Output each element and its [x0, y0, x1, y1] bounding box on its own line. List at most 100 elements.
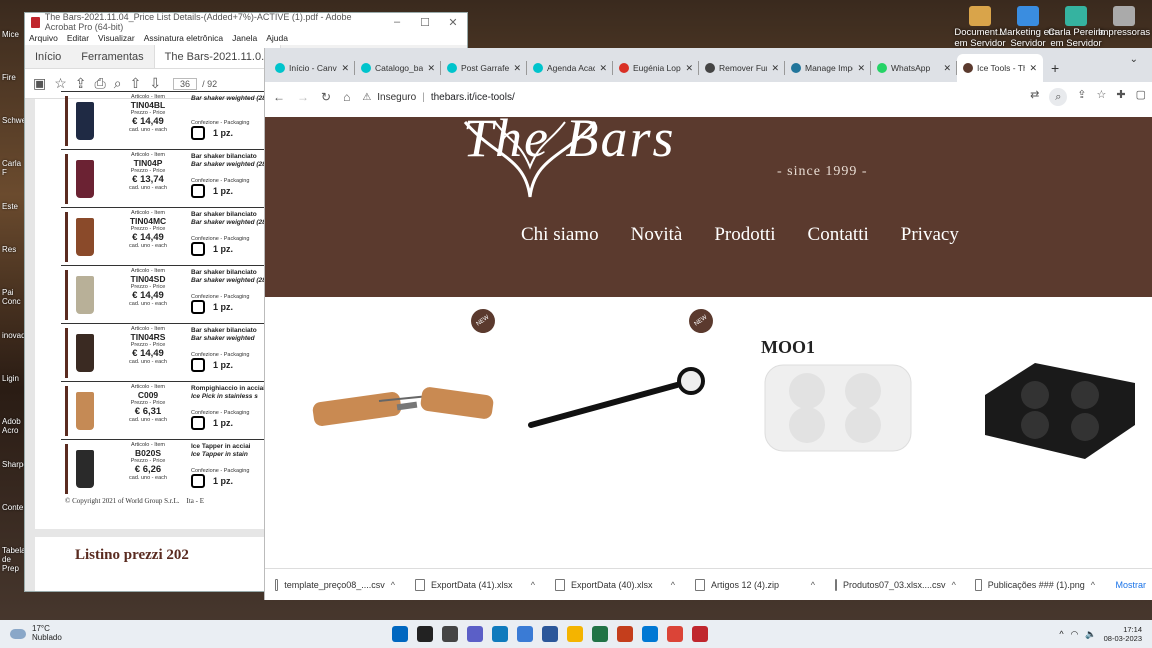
tab-close-icon[interactable]: ✕ [513, 63, 521, 74]
nav-prodotti[interactable]: Prodotti [714, 224, 775, 246]
tab-close-icon[interactable]: ✕ [857, 63, 865, 74]
tab-close-icon[interactable]: ✕ [599, 63, 607, 74]
taskbar-app-icon[interactable] [667, 626, 683, 642]
browser-tab[interactable]: Agenda Acade ✕ [527, 54, 613, 82]
reload-icon[interactable]: ↻ [321, 90, 331, 104]
nav-chi-siamo[interactable]: Chi siamo [521, 224, 599, 246]
network-icon[interactable]: ◠ [1071, 629, 1079, 640]
taskbar-app-icon[interactable] [642, 626, 658, 642]
menu-item[interactable]: Arquivo [29, 33, 58, 43]
menu-item[interactable]: Janela [232, 33, 257, 43]
download-item[interactable]: ExportData (40).xlsx ^ [545, 578, 685, 591]
taskbar-app-icon[interactable] [542, 626, 558, 642]
taskbar-app-icon[interactable] [517, 626, 533, 642]
url-text[interactable]: thebars.it/ice-tools/ [431, 92, 515, 103]
package-icon [191, 300, 205, 314]
taskbar-app-icon[interactable] [592, 626, 608, 642]
translate-icon[interactable]: ⇄ [1030, 88, 1039, 106]
browser-tab[interactable]: WhatsApp ✕ [871, 54, 957, 82]
download-item[interactable]: ExportData (41).xlsx ^ [405, 578, 545, 591]
taskbar-app-icon[interactable] [417, 626, 433, 642]
download-menu-chevron-icon[interactable]: ^ [391, 580, 395, 590]
sidepanel-icon[interactable]: ▢ [1136, 88, 1146, 106]
show-all-downloads[interactable]: Mostrar [1115, 580, 1152, 590]
download-menu-chevron-icon[interactable]: ^ [952, 580, 956, 590]
download-item[interactable]: Publicações ### (1).png ^ [965, 578, 1105, 591]
browser-tab[interactable]: Post Garrafeira✕ [441, 54, 527, 82]
menu-item[interactable]: Editar [67, 33, 89, 43]
print-icon[interactable]: ⎙ [95, 75, 106, 92]
ice-pick-image[interactable] [309, 383, 499, 433]
bookmark-star-icon[interactable]: ☆ [54, 75, 67, 92]
item-code: TIN04RS [130, 332, 166, 342]
home-icon[interactable]: ⌂ [343, 90, 350, 104]
forward-icon[interactable]: → [297, 90, 309, 104]
nav-contatti[interactable]: Contatti [808, 224, 869, 246]
page-total: / 92 [202, 78, 218, 89]
download-item[interactable]: Artigos 12 (4).zip ^ [685, 578, 825, 591]
tab-close-icon[interactable]: ✕ [943, 63, 951, 74]
download-item[interactable]: template_preço08_....csv ^ [265, 578, 405, 591]
ice-tapper-image[interactable] [527, 367, 713, 433]
menu-item[interactable]: Assinatura eletrônica [144, 33, 223, 43]
page-number-input[interactable]: 36 [173, 77, 198, 90]
menu-item[interactable]: Visualizar [98, 33, 135, 43]
close-icon[interactable]: ✕ [439, 16, 467, 29]
zoom-icon[interactable]: ⌕ [1049, 88, 1068, 106]
tab-document[interactable]: The Bars-2021.11.0... [153, 45, 282, 68]
save-icon[interactable]: ▣ [33, 75, 46, 92]
tab-close-icon[interactable]: ✕ [427, 63, 435, 74]
tab-search-chevron-icon[interactable]: ⌄ [1130, 54, 1138, 65]
minimize-icon[interactable]: – [383, 16, 411, 29]
desktop-icon[interactable]: Impressoras [1094, 6, 1152, 39]
taskbar-app-icon[interactable] [442, 626, 458, 642]
taskbar-app-icon[interactable] [467, 626, 483, 642]
tab-close-icon[interactable]: ✕ [771, 63, 779, 74]
download-menu-chevron-icon[interactable]: ^ [811, 580, 815, 590]
omnibox[interactable]: ⚠ Inseguro | thebars.it/ice-tools/ [362, 85, 1019, 109]
tab-close-icon[interactable]: ✕ [341, 63, 349, 74]
download-menu-chevron-icon[interactable]: ^ [531, 580, 535, 590]
browser-tab[interactable]: Manage Impor ✕ [785, 54, 871, 82]
maximize-icon[interactable]: ☐ [411, 16, 439, 29]
each-label: cad. uno - each [129, 417, 167, 423]
taskbar-app-icon[interactable] [392, 626, 408, 642]
taskbar-app-icon[interactable] [567, 626, 583, 642]
browser-tab[interactable]: Eugénia Lopes ✕ [613, 54, 699, 82]
share-icon[interactable]: ⇪ [1077, 88, 1086, 106]
browser-tab[interactable]: Remover Fund ✕ [699, 54, 785, 82]
taskbar-app-icon[interactable] [692, 626, 708, 642]
browser-tab[interactable]: Catalogo_barv✕ [355, 54, 441, 82]
browser-tab[interactable]: Início - Canva ✕ [269, 54, 355, 82]
zoom-search-icon[interactable]: ⌕ [114, 75, 122, 92]
warning-icon[interactable]: ⚠ [362, 92, 371, 103]
nav-privacy[interactable]: Privacy [901, 224, 959, 246]
ice-mould-black-image[interactable] [975, 355, 1145, 463]
tab-close-icon[interactable]: ✕ [1029, 63, 1037, 74]
taskbar-app-icon[interactable] [492, 626, 508, 642]
ice-mould-clear-image[interactable] [759, 359, 919, 459]
download-item[interactable]: Produtos07_03.xlsx....csv ^ [825, 578, 965, 591]
product-thumbnail [65, 328, 101, 378]
weather-widget[interactable]: 17°C Nublado [0, 624, 200, 643]
back-icon[interactable]: ← [273, 90, 285, 104]
tray-chevron-icon[interactable]: ^ [1059, 629, 1063, 639]
nav-novita[interactable]: Novità [631, 224, 683, 246]
new-tab-icon[interactable]: + [1043, 60, 1067, 82]
upload-icon[interactable]: ⇪ [75, 75, 87, 92]
download-menu-chevron-icon[interactable]: ^ [671, 580, 675, 590]
page-down-icon[interactable]: ⇩ [149, 75, 161, 92]
taskbar-app-icon[interactable] [617, 626, 633, 642]
volume-icon[interactable]: 🔈 [1085, 629, 1096, 640]
packaging-qty: 1 pz. [213, 185, 234, 196]
tab-inicio[interactable]: Início [25, 45, 71, 68]
browser-tab[interactable]: Ice Tools - The ✕ [957, 54, 1043, 82]
bookmark-star-icon[interactable]: ☆ [1097, 88, 1107, 106]
tab-ferramentas[interactable]: Ferramentas [71, 45, 153, 68]
extensions-icon[interactable]: ✚ [1116, 88, 1125, 106]
menu-item[interactable]: Ajuda [266, 33, 288, 43]
download-menu-chevron-icon[interactable]: ^ [1091, 580, 1095, 590]
page-up-icon[interactable]: ⇧ [130, 75, 142, 92]
clock[interactable]: 17:14 08-03-2023 [1104, 625, 1142, 643]
tab-close-icon[interactable]: ✕ [685, 63, 693, 74]
